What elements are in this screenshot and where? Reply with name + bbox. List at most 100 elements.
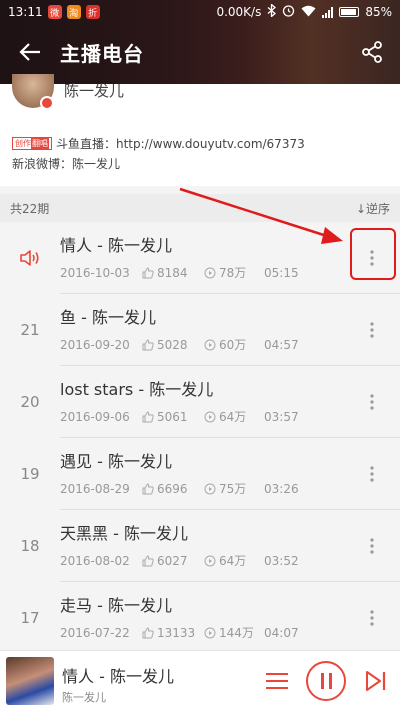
player-album-art[interactable]: [6, 657, 54, 705]
thumbs-up-icon: [142, 410, 154, 422]
more-vertical-icon: [370, 538, 374, 554]
episode-date: 2016-09-06: [60, 409, 130, 424]
episode-duration: 05:15: [264, 265, 299, 280]
episode-title: lost stars - 陈一发儿: [60, 380, 214, 399]
episode-likes: 5061: [157, 409, 188, 424]
episode-date: 2016-09-20: [60, 337, 130, 352]
player-artist: 陈一发儿: [62, 691, 106, 704]
play-count-icon: [204, 627, 216, 638]
taobao-app-icon: 淘: [66, 5, 81, 19]
episode-date: 2016-08-02: [60, 553, 130, 568]
episode-plays: 64万: [219, 410, 247, 424]
more-vertical-icon: [370, 394, 374, 410]
battery-percent: 85%: [365, 5, 392, 19]
next-button[interactable]: [362, 667, 390, 695]
episode-number: 18: [20, 537, 40, 555]
episode-list: 情人 - 陈一发儿 2016-10-03 8184 78万 05:15 21 鱼…: [0, 222, 400, 654]
episode-duration: 03:57: [264, 409, 299, 424]
alarm-icon: [282, 4, 295, 20]
status-bar: 13:11 微 淘 折 0.00K/s 85%: [0, 0, 400, 24]
episode-number: 21: [20, 321, 40, 339]
play-count-icon: [204, 483, 216, 494]
more-vertical-icon: [370, 466, 374, 482]
play-count-icon: [204, 555, 216, 566]
list-item[interactable]: 21 鱼 - 陈一发儿 2016-09-20 5028 60万 04:57: [0, 294, 400, 366]
app-bar: 主播电台: [0, 24, 400, 80]
episode-header: 共22期 ↓逆序: [0, 194, 400, 222]
more-vertical-icon: [370, 610, 374, 626]
episode-title: 遇见 - 陈一发儿: [60, 452, 172, 471]
more-options-button[interactable]: [360, 388, 384, 416]
list-item[interactable]: 20 lost stars - 陈一发儿 2016-09-06 5061 64万…: [0, 366, 400, 438]
episode-date: 2016-10-03: [60, 265, 130, 280]
episode-plays: 64万: [219, 554, 247, 568]
share-icon: [362, 41, 382, 63]
more-options-button[interactable]: [360, 316, 384, 344]
playlist-button[interactable]: [264, 669, 290, 693]
host-info-line-2: 新浪微博：陈一发儿: [12, 157, 121, 171]
episode-likes: 6696: [157, 481, 188, 496]
episode-date: 2016-07-22: [60, 625, 130, 640]
episode-title: 走马 - 陈一发儿: [60, 596, 172, 615]
mini-player[interactable]: 情人 - 陈一发儿 陈一发儿: [0, 650, 400, 710]
share-button[interactable]: [344, 24, 400, 80]
episode-title: 鱼 - 陈一发儿: [60, 308, 156, 327]
status-time: 13:11: [8, 5, 43, 19]
list-item[interactable]: 情人 - 陈一发儿 2016-10-03 8184 78万 05:15: [0, 222, 400, 294]
weibo-badge-icon: [40, 96, 54, 110]
more-options-button[interactable]: [360, 460, 384, 488]
player-track-title: 情人 - 陈一发儿: [62, 667, 174, 686]
episode-likes: 5028: [157, 337, 188, 352]
thumbs-up-icon: [142, 554, 154, 566]
play-count-icon: [204, 267, 216, 278]
now-playing-speaker-icon: [0, 222, 60, 294]
episode-plays: 75万: [219, 482, 247, 496]
more-options-button[interactable]: [360, 604, 384, 632]
episode-duration: 04:07: [264, 625, 299, 640]
episode-likes: 6027: [157, 553, 188, 568]
weibo-app-icon: 微: [47, 5, 62, 19]
episode-count: 共22期: [10, 201, 50, 216]
playlist-icon: [266, 673, 288, 689]
bluetooth-icon: [267, 3, 277, 20]
thumbs-up-icon: [142, 626, 154, 638]
deal-app-icon: 折: [85, 5, 100, 19]
play-count-icon: [204, 411, 216, 422]
back-button[interactable]: [0, 24, 60, 80]
host-info-card: 陈一发儿 创作 翻唱 斗鱼直播：http://www.douyutv.com/67…: [0, 74, 400, 186]
thumbs-up-icon: [142, 338, 154, 350]
episode-duration: 04:57: [264, 337, 299, 352]
episode-number: 19: [20, 465, 40, 483]
list-item[interactable]: 17 走马 - 陈一发儿 2016-07-22 13133 144万 04:07: [0, 582, 400, 654]
more-vertical-icon: [370, 322, 374, 338]
episode-date: 2016-08-29: [60, 481, 130, 496]
thumbs-up-icon: [142, 266, 154, 278]
battery-icon: [339, 7, 360, 17]
pause-icon: [320, 673, 324, 689]
episode-number: 20: [20, 393, 40, 411]
thumbs-up-icon: [142, 482, 154, 494]
wifi-icon: [301, 5, 316, 20]
episode-plays: 144万: [219, 626, 254, 640]
episode-title: 天黑黑 - 陈一发儿: [60, 524, 188, 543]
more-options-button[interactable]: [360, 532, 384, 560]
list-item[interactable]: 18 天黑黑 - 陈一发儿 2016-08-02 6027 64万 03:52: [0, 510, 400, 582]
signal-icon: [322, 6, 334, 18]
pause-button[interactable]: [306, 661, 346, 701]
episode-duration: 03:26: [264, 481, 299, 496]
episode-title: 情人 - 陈一发儿: [60, 236, 172, 255]
list-item[interactable]: 19 遇见 - 陈一发儿 2016-08-29 6696 75万 03:26: [0, 438, 400, 510]
page-title: 主播电台: [60, 41, 144, 66]
skip-next-icon: [366, 671, 386, 691]
douyu-link[interactable]: 斗鱼直播：http://www.douyutv.com/67373: [56, 135, 305, 152]
episode-plays: 78万: [219, 266, 247, 280]
category-tag: 创作 翻唱: [12, 137, 52, 150]
episode-likes: 13133: [157, 625, 196, 640]
annotation-highlight-box: [350, 228, 396, 280]
episode-likes: 8184: [157, 265, 188, 280]
sort-toggle[interactable]: ↓逆序: [356, 200, 390, 217]
net-speed: 0.00K/s: [216, 5, 262, 19]
episode-duration: 03:52: [264, 553, 299, 568]
host-info-line-1: 创作 翻唱 斗鱼直播：http://www.douyutv.com/67373: [12, 135, 305, 152]
back-arrow-icon: [19, 43, 40, 61]
